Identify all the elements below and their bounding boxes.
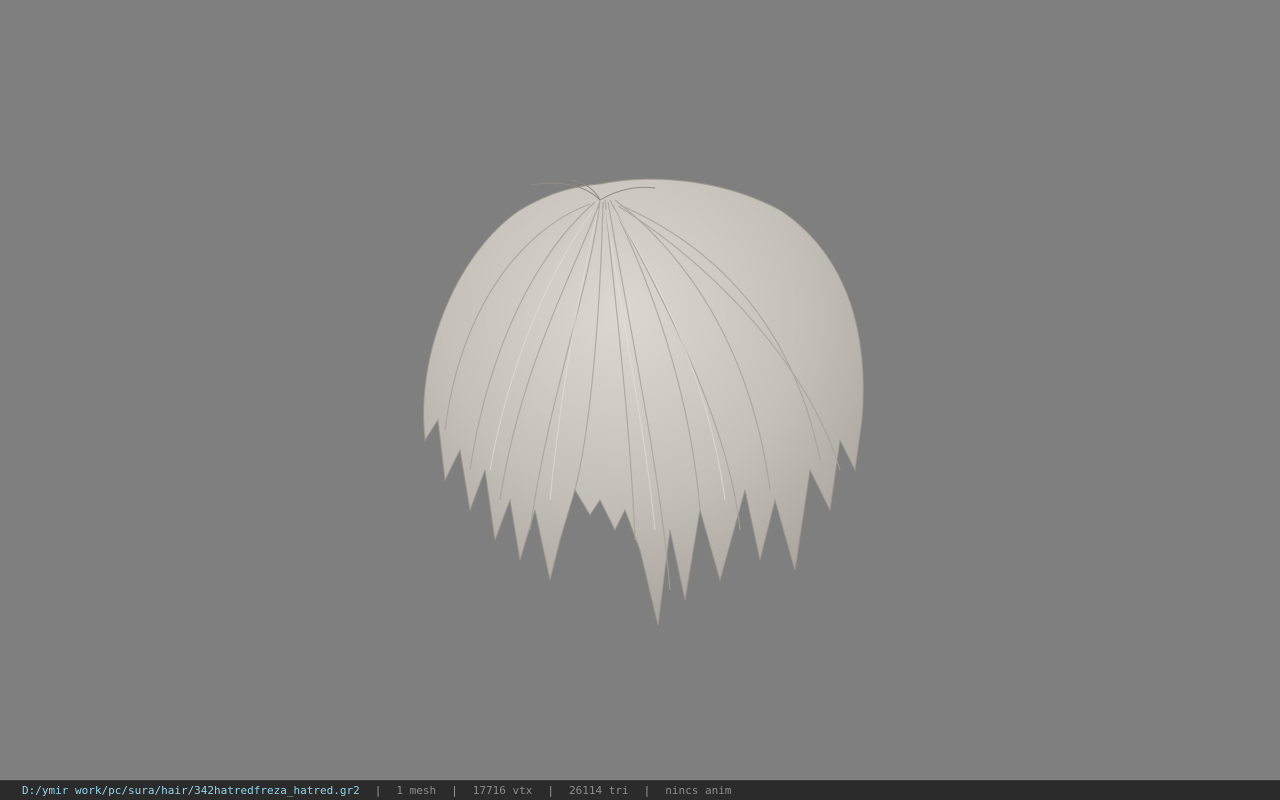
triangle-count: 26114 tri bbox=[569, 784, 629, 797]
separator: | bbox=[374, 784, 382, 797]
status-bar: D:/ymir work/pc/sura/hair/342hatredfreza… bbox=[0, 780, 1280, 800]
animation-status: nincs anim bbox=[665, 784, 732, 797]
3d-viewport[interactable] bbox=[0, 0, 1280, 780]
hair-model-render[interactable] bbox=[400, 170, 880, 640]
file-path: D:/ymir work/pc/sura/hair/342hatredfreza… bbox=[22, 784, 360, 797]
mesh-count: 1 mesh bbox=[396, 784, 437, 797]
vertex-count: 17716 vtx bbox=[472, 784, 533, 797]
separator: | bbox=[451, 784, 458, 797]
separator: | bbox=[547, 784, 554, 797]
separator: | bbox=[643, 784, 651, 797]
